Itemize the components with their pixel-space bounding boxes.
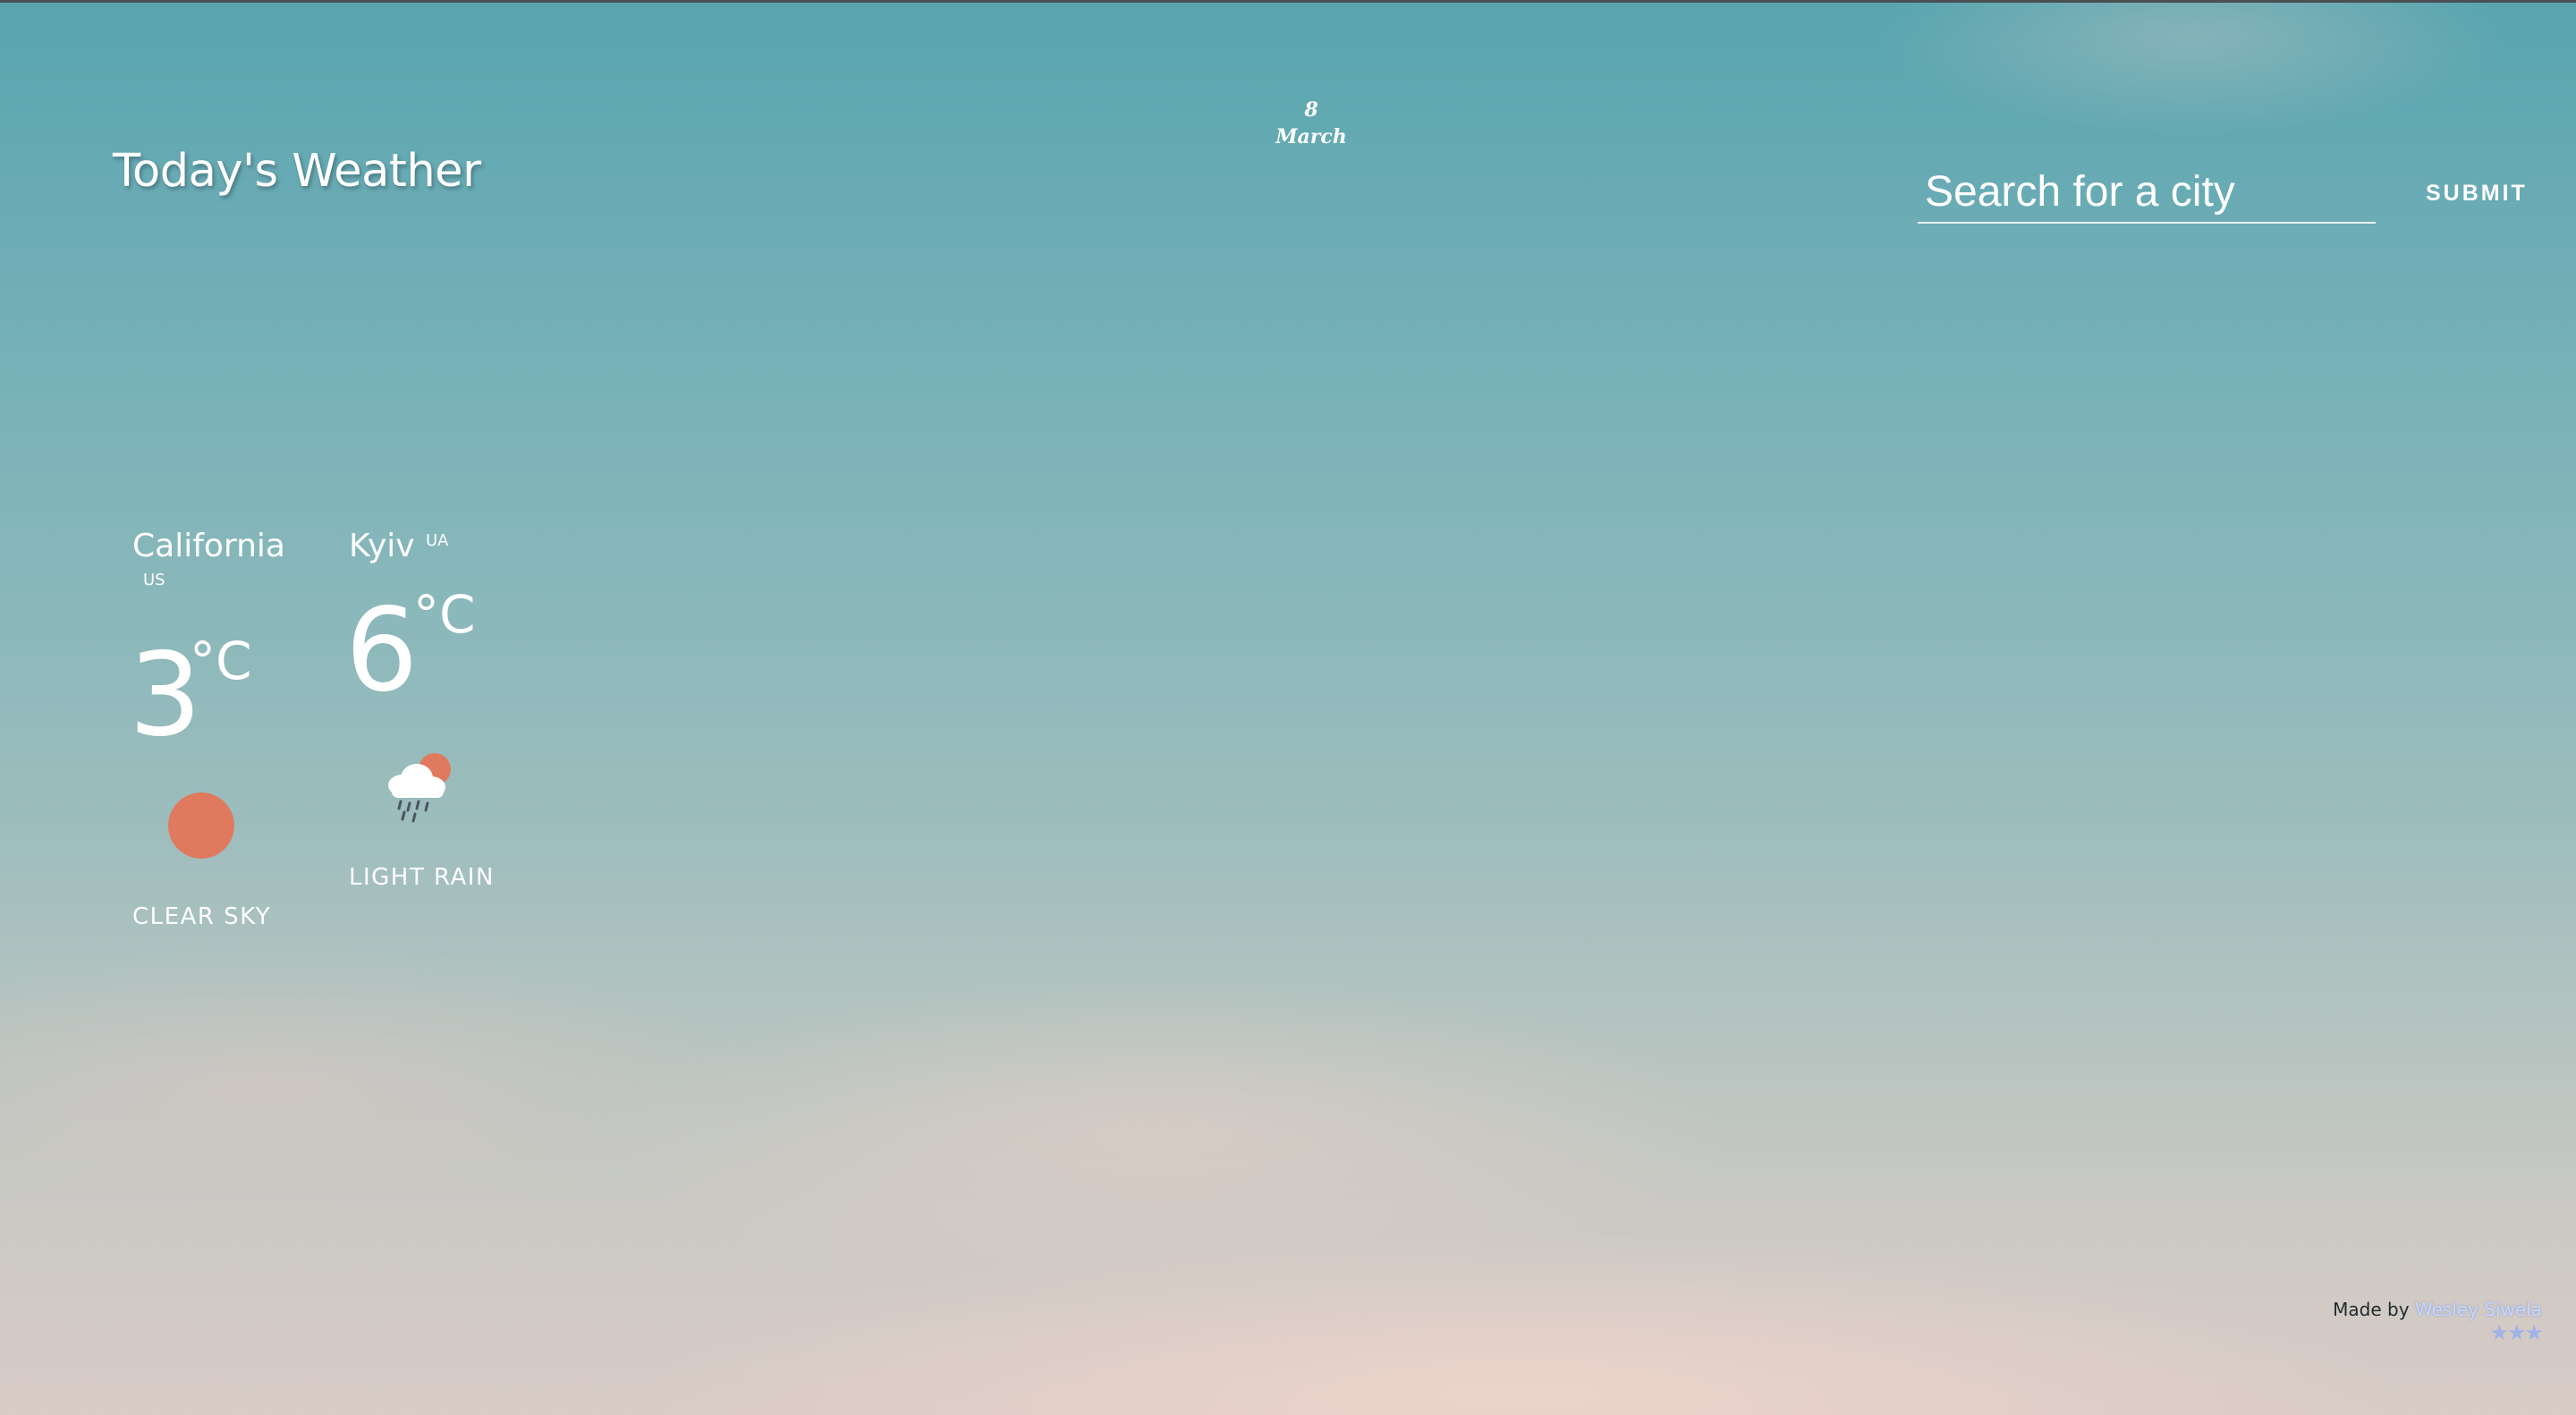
top-border bbox=[0, 0, 2576, 3]
sun-icon bbox=[168, 792, 234, 859]
weather-description: CLEAR SKY bbox=[132, 903, 272, 930]
submit-button[interactable]: SUBMIT bbox=[2419, 177, 2535, 210]
rating-stars: ★★★ bbox=[2489, 1320, 2544, 1345]
country-code: US bbox=[143, 571, 165, 589]
footer-credit: Made by Wesley Siwela ★★★ bbox=[2333, 1299, 2544, 1345]
city-name: Kyiv bbox=[349, 528, 415, 564]
city-name: California bbox=[132, 528, 285, 564]
weather-card-california: California US 3 °C CLEAR SKY bbox=[129, 528, 311, 939]
temperature-unit: °C bbox=[190, 631, 252, 691]
page-title: Today's Weather bbox=[113, 145, 481, 198]
search-form: SUBMIT bbox=[1918, 161, 2525, 233]
temperature-value: 6 bbox=[345, 584, 419, 717]
date-day: 8 bbox=[1304, 98, 1318, 122]
search-input[interactable] bbox=[1918, 161, 2376, 224]
weather-card-kyiv: Kyiv UA 6 °C LIGHT RAIN bbox=[345, 528, 528, 903]
author-link[interactable]: Wesley Siwela bbox=[2415, 1299, 2542, 1320]
date-month: March bbox=[1275, 125, 1347, 148]
date-display: 8 March bbox=[1240, 97, 1383, 150]
cloud-rain-sun-icon bbox=[388, 753, 451, 823]
made-by-label: Made by bbox=[2333, 1299, 2410, 1320]
weather-description: LIGHT RAIN bbox=[349, 864, 495, 891]
country-code: UA bbox=[426, 531, 449, 550]
temperature-unit: °C bbox=[413, 584, 476, 645]
